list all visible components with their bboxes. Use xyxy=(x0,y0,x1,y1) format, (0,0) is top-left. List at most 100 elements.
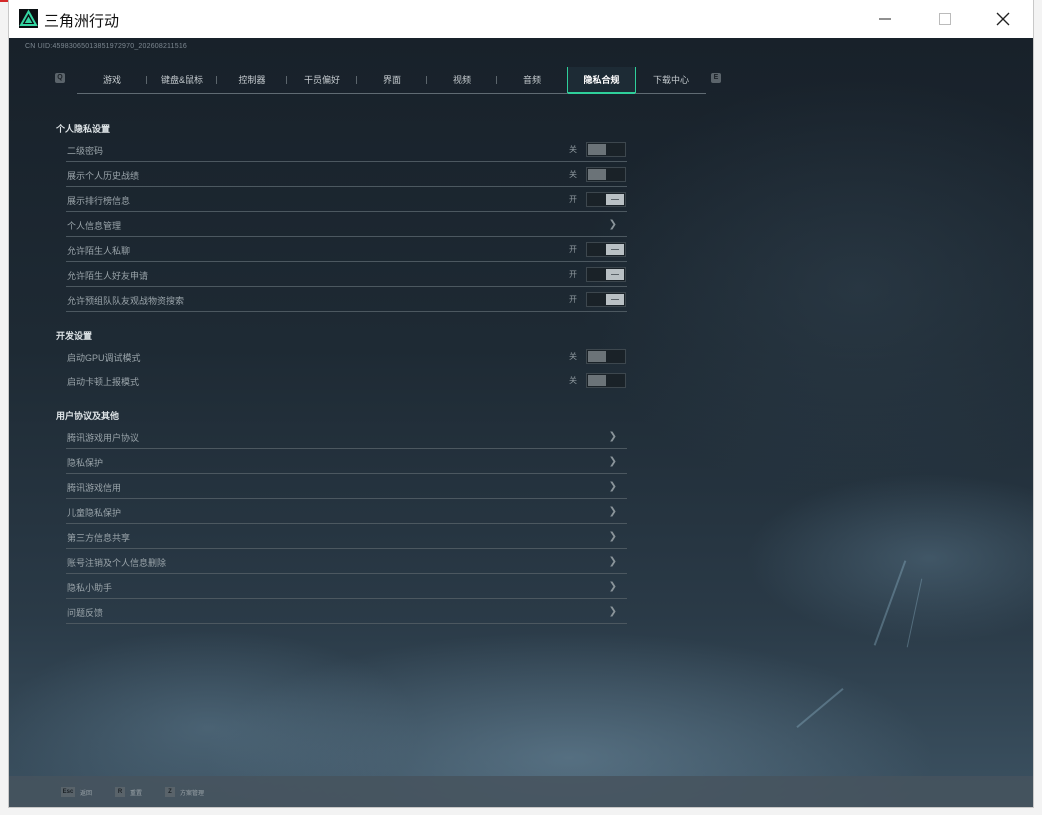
toggle-state-text: 开 xyxy=(569,270,577,279)
tab-interface[interactable]: 界面 xyxy=(357,67,427,93)
chevron-right-icon: ❯ xyxy=(608,581,617,592)
back-hint[interactable]: Esc 返回 xyxy=(61,787,92,797)
background-streak xyxy=(906,578,923,648)
toggle-state-text: 关 xyxy=(569,145,577,154)
toggle-switch[interactable] xyxy=(586,192,626,207)
uid-text: CN UID:45983065013851972970_202608211516 xyxy=(25,43,188,50)
maximize-button[interactable] xyxy=(915,0,975,38)
setting-label: 问题反馈 xyxy=(67,608,104,618)
chevron-right-icon: ❯ xyxy=(608,219,617,230)
toggle-switch[interactable] xyxy=(586,142,626,157)
setting-label: 允许预组队队友观战物资搜索 xyxy=(67,296,185,306)
setting-label: 展示排行榜信息 xyxy=(67,196,131,206)
toggle-switch[interactable] xyxy=(586,267,626,282)
taskbar-edge xyxy=(0,0,9,2)
window-title: 三角洲行动 xyxy=(44,12,120,30)
setting-label: 第三方信息共享 xyxy=(67,533,131,543)
toggle-switch[interactable] xyxy=(586,373,626,388)
setting-label: 启动卡顿上报模式 xyxy=(67,377,140,387)
toggle-state-text: 开 xyxy=(569,245,577,254)
tab-label: 控制器 xyxy=(238,75,266,85)
link-row-user-agreement[interactable]: 腾讯游戏用户协议 ❯ xyxy=(66,424,627,449)
link-row-game-credit[interactable]: 腾讯游戏信用 ❯ xyxy=(66,474,627,499)
toggle-knob xyxy=(606,269,624,280)
key-badge: Z xyxy=(165,787,175,797)
tab-privacy-compliance[interactable]: 隐私合规 xyxy=(567,67,636,94)
setting-row-allow-stranger-chat[interactable]: 允许陌生人私聊 开 xyxy=(66,237,627,262)
toggle-switch[interactable] xyxy=(586,242,626,257)
setting-row-allow-team-spectate-search[interactable]: 允许预组队队友观战物资搜索 开 xyxy=(66,287,627,312)
setting-row-show-match-history[interactable]: 展示个人历史战绩 关 xyxy=(66,162,627,187)
toggle-knob xyxy=(588,351,606,362)
setting-label: 允许陌生人好友申请 xyxy=(67,271,149,281)
minimize-button[interactable] xyxy=(855,0,915,38)
close-icon xyxy=(996,12,1010,26)
setting-row-show-leaderboard[interactable]: 展示排行榜信息 开 xyxy=(66,187,627,212)
section-title-personal-privacy: 个人隐私设置 xyxy=(56,124,111,134)
reset-hint[interactable]: R 重置 xyxy=(115,787,142,797)
bottom-hint-bar: Esc 返回 R 重置 Z 方案管理 xyxy=(9,776,1033,807)
toggle-knob xyxy=(606,194,624,205)
link-row-child-privacy[interactable]: 儿童隐私保护 ❯ xyxy=(66,499,627,524)
link-row-privacy-protection[interactable]: 隐私保护 ❯ xyxy=(66,449,627,474)
tab-download-center[interactable]: 下载中心 xyxy=(636,67,706,93)
tab-label: 键盘&鼠标 xyxy=(160,75,203,85)
setting-label: 腾讯游戏用户协议 xyxy=(67,433,140,443)
close-button[interactable] xyxy=(973,0,1033,38)
toggle-switch[interactable] xyxy=(586,349,626,364)
link-row-privacy-assistant[interactable]: 隐私小助手 ❯ xyxy=(66,574,627,599)
maximize-icon xyxy=(939,13,951,25)
setting-label: 展示个人历史战绩 xyxy=(67,171,140,181)
minimize-icon xyxy=(879,18,891,20)
tab-game[interactable]: 游戏 xyxy=(77,67,147,93)
setting-row-secondary-password[interactable]: 二级密码 关 xyxy=(66,137,627,162)
background-streak xyxy=(873,560,907,646)
setting-label: 隐私小助手 xyxy=(67,583,113,593)
settings-content: 个人隐私设置 二级密码 关 展示个人历史战绩 关 展示排行榜信息 开 个人信息管… xyxy=(55,122,627,624)
app-window: 三角洲行动 CN UID:45983065013851972970_202608… xyxy=(9,0,1033,807)
tab-video[interactable]: 视频 xyxy=(427,67,497,93)
hint-label: 重置 xyxy=(130,790,143,797)
chevron-right-icon: ❯ xyxy=(608,531,617,542)
setting-label: 儿童隐私保护 xyxy=(67,508,122,518)
chevron-right-icon: ❯ xyxy=(608,606,617,617)
key-badge: Esc xyxy=(61,787,75,797)
setting-row-gpu-debug-mode[interactable]: 启动GPU调试模式 关 xyxy=(66,344,627,368)
toggle-state-text: 关 xyxy=(569,170,577,179)
tab-controller[interactable]: 控制器 xyxy=(217,67,287,93)
tab-keyboard-mouse[interactable]: 键盘&鼠标 xyxy=(147,67,217,93)
setting-row-stutter-report-mode[interactable]: 启动卡顿上报模式 关 xyxy=(66,368,627,392)
chevron-right-icon: ❯ xyxy=(608,556,617,567)
setting-label: 腾讯游戏信用 xyxy=(67,483,122,493)
link-row-account-deletion[interactable]: 账号注销及个人信息删除 ❯ xyxy=(66,549,627,574)
toggle-state-text: 关 xyxy=(569,352,577,361)
toggle-knob xyxy=(588,375,606,386)
tab-label: 视频 xyxy=(452,75,471,85)
hint-label: 返回 xyxy=(80,790,93,797)
toggle-switch[interactable] xyxy=(586,167,626,182)
tab-audio[interactable]: 音频 xyxy=(497,67,567,93)
preset-management-hint[interactable]: Z 方案管理 xyxy=(165,787,204,797)
tab-operator-preference[interactable]: 干员偏好 xyxy=(287,67,357,93)
tab-row: 游戏 键盘&鼠标 控制器 干员偏好 界面 视频 音频 隐私合规 下载中心 xyxy=(77,67,706,94)
section-title-user-agreements: 用户协议及其他 xyxy=(56,411,120,421)
tab-next-key[interactable]: E xyxy=(711,73,721,83)
chevron-right-icon: ❯ xyxy=(608,456,617,467)
tab-label: 游戏 xyxy=(102,75,121,85)
setting-row-allow-stranger-friend-request[interactable]: 允许陌生人好友申请 开 xyxy=(66,262,627,287)
setting-label: 账号注销及个人信息删除 xyxy=(67,558,167,568)
title-bar[interactable]: 三角洲行动 xyxy=(9,0,1033,38)
toggle-switch[interactable] xyxy=(586,292,626,307)
toggle-knob xyxy=(606,294,624,305)
setting-label: 二级密码 xyxy=(67,146,104,156)
link-row-third-party-sharing[interactable]: 第三方信息共享 ❯ xyxy=(66,524,627,549)
tab-prev-key[interactable]: Q xyxy=(55,73,65,83)
chevron-right-icon: ❯ xyxy=(608,431,617,442)
key-badge: R xyxy=(115,787,125,797)
toggle-state-text: 开 xyxy=(569,295,577,304)
link-row-feedback[interactable]: 问题反馈 ❯ xyxy=(66,599,627,624)
setting-label: 启动GPU调试模式 xyxy=(67,353,141,363)
setting-row-personal-info-management[interactable]: 个人信息管理 ❯ xyxy=(66,212,627,237)
